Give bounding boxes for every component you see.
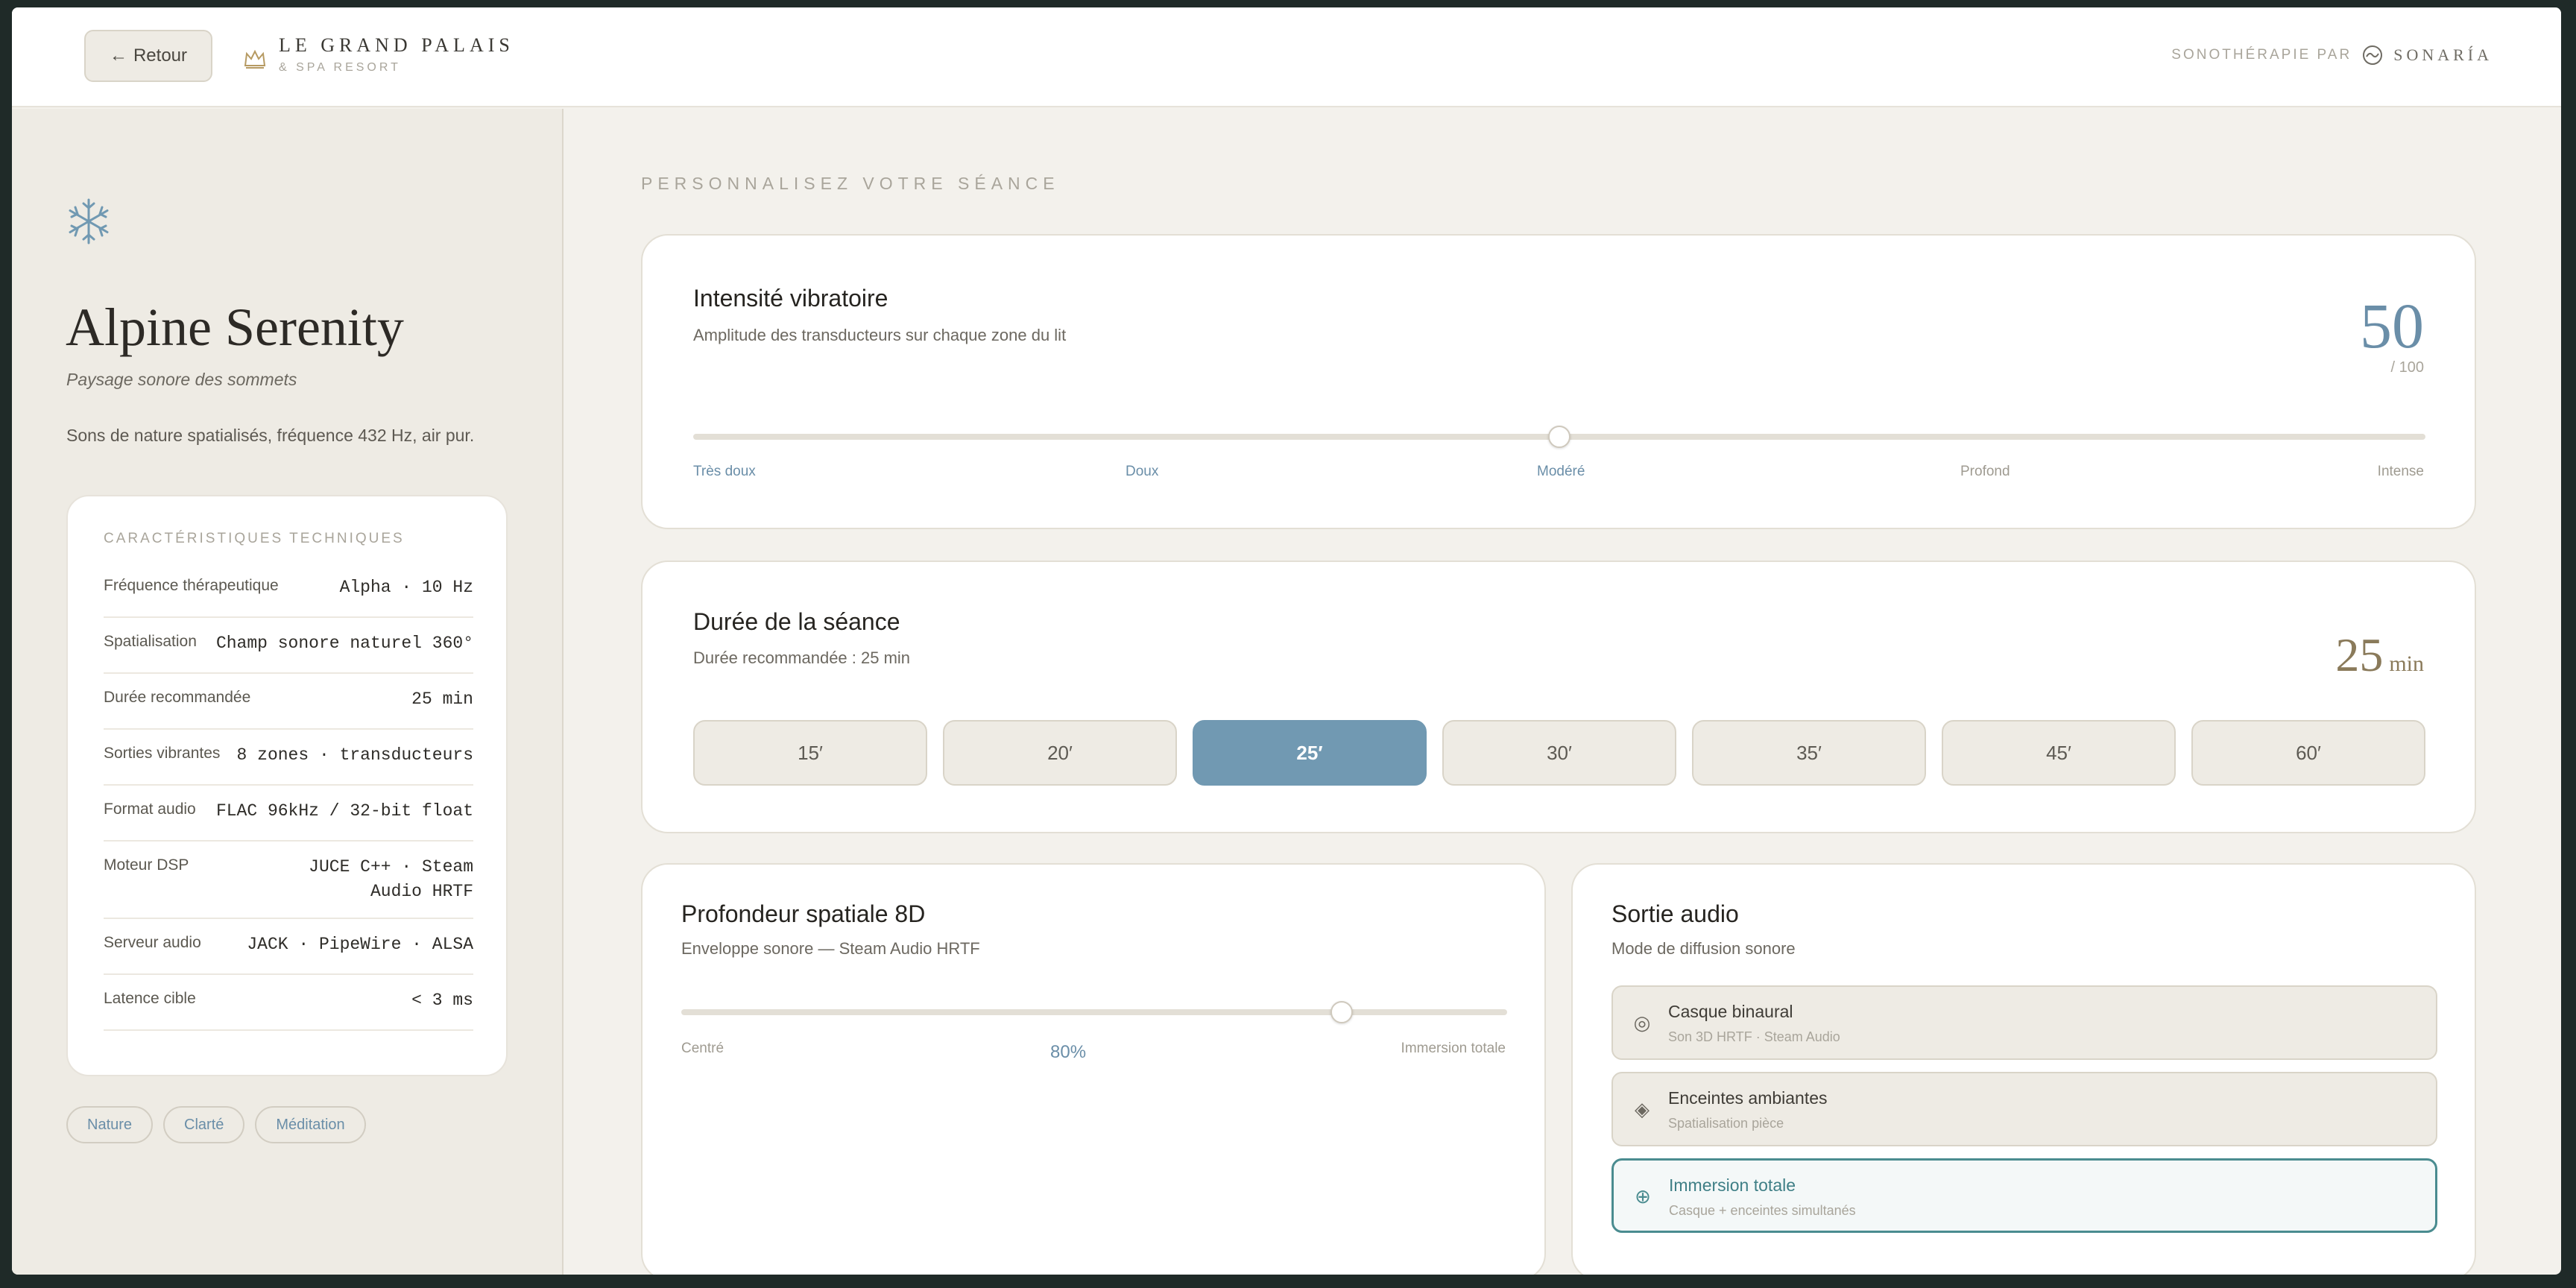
output-title: Sortie audio <box>1611 900 1739 927</box>
depth-subtitle: Enveloppe sonore — Steam Audio HRTF <box>681 939 980 958</box>
intensity-subtitle: Amplitude des transducteurs sur chaque z… <box>693 326 1067 344</box>
duration-value: 25 <box>2335 628 2384 681</box>
depth-slider[interactable] <box>681 1001 1507 1023</box>
tech-row: Fréquence thérapeutique Alpha · 10 Hz <box>104 562 473 618</box>
intensity-slider-thumb[interactable] <box>1548 426 1570 448</box>
output-option-name: Enceintes ambiantes <box>1668 1088 1828 1108</box>
scale-label-tres-doux: Très doux <box>693 464 756 479</box>
scale-label-profond: Profond <box>1960 464 2010 479</box>
tech-key: Durée recommandée <box>104 689 251 706</box>
tech-row: Moteur DSP JUCE C++ · Steam Audio HRTF <box>104 842 473 919</box>
tech-key: Fréquence thérapeutique <box>104 577 279 594</box>
tech-value: FLAC 96kHz / 32-bit float <box>215 801 473 821</box>
tech-row: Format audio FLAC 96kHz / 32-bit float <box>104 786 473 842</box>
output-option-desc: Spatialisation pièce <box>1668 1116 1784 1131</box>
intensity-card: Intensité vibratoire Amplitude des trans… <box>641 234 2476 529</box>
circle-plus-icon: ⊕ <box>1635 1185 1651 1208</box>
brand-name: LE GRAND PALAIS <box>279 34 514 56</box>
depth-max-label: Immersion totale <box>1401 1041 1506 1056</box>
program-description: Sons de nature spatialisés, fréquence 43… <box>66 426 475 445</box>
program-subtitle: Paysage sonore des sommets <box>66 370 297 389</box>
scale-label-intense: Intense <box>2377 464 2424 479</box>
app-window: ← Retour LE GRAND PALAIS & SPA RESORT SO… <box>12 7 2561 1275</box>
audio-output-card: Sortie audio Mode de diffusion sonore ◎ … <box>1571 863 2476 1275</box>
tech-specs-card: CARACTÉRISTIQUES TECHNIQUES Fréquence th… <box>66 495 508 1076</box>
depth-slider-thumb[interactable] <box>1330 1001 1354 1023</box>
intensity-title: Intensité vibratoire <box>693 285 888 312</box>
tech-key: Moteur DSP <box>104 856 189 874</box>
intensity-value: 50 <box>2360 290 2424 362</box>
tech-row: Durée recommandée 25 min <box>104 674 473 730</box>
tech-value: 8 zones · transducteurs <box>236 745 473 765</box>
output-subtitle: Mode de diffusion sonore <box>1611 939 1796 958</box>
tech-row: Sorties vibrantes 8 zones · transducteur… <box>104 730 473 786</box>
speaker-diamond-icon: ◈ <box>1635 1098 1650 1120</box>
tech-specs-title: CARACTÉRISTIQUES TECHNIQUES <box>104 531 405 546</box>
tag-chip[interactable]: Nature <box>66 1106 154 1143</box>
program-title: Alpine Serenity <box>66 297 404 357</box>
section-label: PERSONNALISEZ VOTRE SÉANCE <box>641 174 1060 193</box>
tech-value: 25 min <box>411 689 473 709</box>
tech-specs-list: Fréquence thérapeutique Alpha · 10 Hz Sp… <box>104 562 473 1031</box>
brand-logo: LE GRAND PALAIS & SPA RESORT <box>243 34 514 75</box>
partner-name: SONARÍA <box>2393 45 2493 64</box>
output-option-name: Casque binaural <box>1668 1002 1793 1021</box>
duration-option-25[interactable]: 25′ <box>1193 720 1427 786</box>
duration-title: Durée de la séance <box>693 608 900 635</box>
duration-option-60[interactable]: 60′ <box>2191 720 2425 786</box>
duration-option-20[interactable]: 20′ <box>943 720 1177 786</box>
tech-value: JACK · PipeWire · ALSA <box>247 935 473 954</box>
tech-value: JUCE C++ · Steam Audio HRTF <box>309 857 473 901</box>
scale-label-modere: Modéré <box>1537 464 1585 479</box>
scale-label-doux: Doux <box>1126 464 1159 479</box>
depth-value: 80% <box>1050 1042 1087 1062</box>
output-option-immersion[interactable]: ⊕ Immersion totale Casque + enceintes si… <box>1611 1158 2437 1233</box>
duration-option-15[interactable]: 15′ <box>693 720 927 786</box>
partner-prefix: SONOTHÉRAPIE PAR <box>2171 47 2352 63</box>
program-sidebar: Alpine Serenity Paysage sonore des somme… <box>12 109 564 1275</box>
output-option-desc: Casque + enceintes simultanés <box>1669 1203 1856 1218</box>
output-option-name: Immersion totale <box>1669 1175 1796 1195</box>
tech-row: Serveur audio JACK · PipeWire · ALSA <box>104 919 473 975</box>
intensity-max: / 100 <box>2390 359 2424 376</box>
session-customization: PERSONNALISEZ VOTRE SÉANCE Intensité vib… <box>565 109 2561 1275</box>
tech-key: Sorties vibrantes <box>104 745 221 762</box>
tech-row: Latence cible < 3 ms <box>104 975 473 1031</box>
tech-key: Latence cible <box>104 990 196 1007</box>
duration-option-35[interactable]: 35′ <box>1692 720 1926 786</box>
duration-unit: min <box>2389 651 2424 676</box>
duration-option-30[interactable]: 30′ <box>1442 720 1676 786</box>
tech-key: Spatialisation <box>104 633 197 650</box>
tech-value: Champ sonore naturel 360° <box>215 634 473 653</box>
spatial-depth-card: Profondeur spatiale 8D Enveloppe sonore … <box>641 863 1546 1275</box>
back-button[interactable]: ← Retour <box>84 30 212 82</box>
brand-subtitle: & SPA RESORT <box>279 61 401 74</box>
output-option-speakers[interactable]: ◈ Enceintes ambiantes Spatialisation piè… <box>1611 1072 2437 1146</box>
program-tags: Nature Clarté Méditation <box>66 1106 366 1143</box>
duration-readout: 25 min <box>2335 628 2424 683</box>
intensity-slider[interactable] <box>693 426 2425 448</box>
crown-icon <box>244 49 266 69</box>
sonaria-wave-icon <box>2363 45 2383 65</box>
output-option-desc: Son 3D HRTF · Steam Audio <box>1668 1029 1840 1044</box>
tech-value: < 3 ms <box>411 991 473 1010</box>
duration-option-45[interactable]: 45′ <box>1942 720 2176 786</box>
tech-row: Spatialisation Champ sonore naturel 360° <box>104 618 473 674</box>
tag-chip[interactable]: Clarté <box>163 1106 245 1143</box>
back-label: Retour <box>133 45 188 66</box>
tag-chip[interactable]: Méditation <box>255 1106 366 1143</box>
snowflake-icon <box>69 198 109 244</box>
top-header: ← Retour LE GRAND PALAIS & SPA RESORT SO… <box>12 7 2561 107</box>
tech-key: Serveur audio <box>104 934 201 951</box>
duration-subtitle: Durée recommandée : 25 min <box>693 648 911 667</box>
output-option-binaural[interactable]: ◎ Casque binaural Son 3D HRTF · Steam Au… <box>1611 985 2437 1060</box>
depth-title: Profondeur spatiale 8D <box>681 900 926 927</box>
depth-min-label: Centré <box>681 1041 724 1056</box>
partner-branding: SONOTHÉRAPIE PAR SONARÍA <box>2171 45 2493 66</box>
tech-key: Format audio <box>104 801 196 818</box>
headphones-icon: ◎ <box>1633 1011 1651 1034</box>
tech-value: Alpha · 10 Hz <box>339 578 473 597</box>
arrow-left-icon: ← <box>109 45 127 66</box>
duration-card: Durée de la séance Durée recommandée : 2… <box>641 561 2476 833</box>
